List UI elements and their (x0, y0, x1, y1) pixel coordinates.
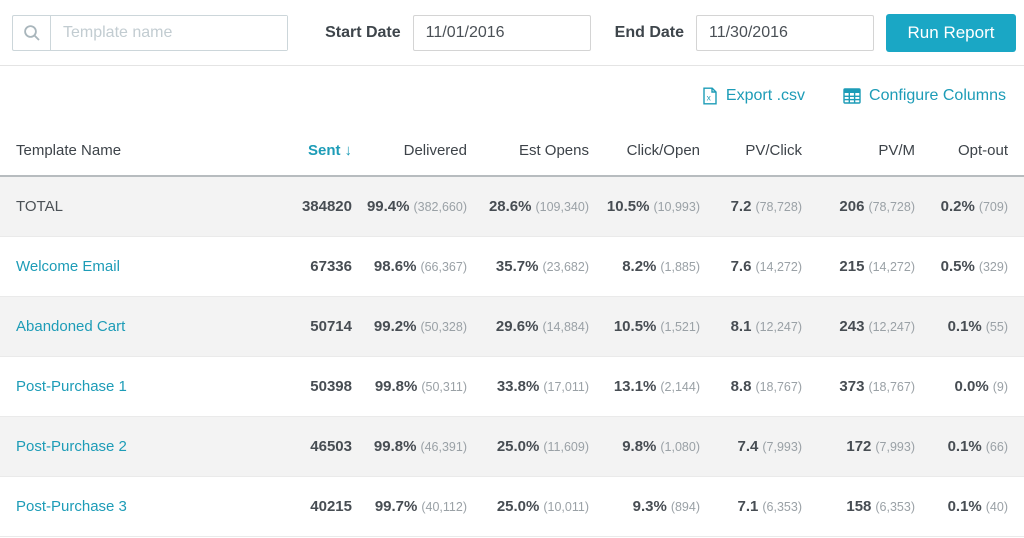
cell-sent: 40215 (216, 476, 352, 537)
cell-sent: 67336 (216, 236, 352, 297)
cell-sent: 384820 (216, 176, 352, 237)
cell-est-opens: 28.6% (109,340) (467, 176, 589, 237)
template-name-link[interactable]: Welcome Email (16, 258, 120, 275)
configure-columns-link[interactable]: Configure Columns (843, 87, 1006, 105)
template-name-link[interactable]: Post-Purchase 2 (16, 438, 127, 455)
cell-opt-out: 0.0% (9) (915, 356, 1024, 417)
cell-pv-click: 7.2 (78,728) (700, 176, 802, 237)
report-table: Template Name Sent ↓ Delivered Est Opens … (0, 122, 1024, 537)
cell-delivered: 98.6% (66,367) (352, 236, 467, 297)
svg-text:x: x (707, 92, 712, 102)
column-header-delivered[interactable]: Delivered (352, 122, 467, 177)
report-toolbar: Start Date End Date Run Report (0, 0, 1024, 66)
column-header-opt-out[interactable]: Opt-out (915, 122, 1024, 177)
table-row: Post-Purchase 2 46503 99.8% (46,391) 25.0… (0, 416, 1024, 477)
table-row: Abandoned Cart 50714 99.2% (50,328) 29.6%… (0, 296, 1024, 357)
cell-pv-m: 215 (14,272) (802, 236, 915, 297)
configure-columns-icon (843, 88, 861, 104)
cell-template-name: TOTAL (0, 176, 216, 237)
cell-template-name: Abandoned Cart (0, 296, 216, 357)
cell-pv-click: 7.4 (7,993) (700, 416, 802, 477)
cell-template-name: Post-Purchase 2 (0, 416, 216, 477)
table-header-row: Template Name Sent ↓ Delivered Est Opens … (0, 122, 1024, 177)
cell-template-name: Welcome Email (0, 236, 216, 297)
cell-est-opens: 25.0% (11,609) (467, 416, 589, 477)
cell-opt-out: 0.2% (709) (915, 176, 1024, 237)
column-header-click-open[interactable]: Click/Open (589, 122, 700, 177)
export-csv-icon: x (702, 87, 718, 105)
table-row: Post-Purchase 3 40215 99.7% (40,112) 25.0… (0, 476, 1024, 537)
cell-pv-m: 243 (12,247) (802, 296, 915, 357)
column-header-template-name[interactable]: Template Name (0, 122, 216, 177)
cell-delivered: 99.8% (46,391) (352, 416, 467, 477)
cell-sent: 50398 (216, 356, 352, 417)
column-header-est-opens[interactable]: Est Opens (467, 122, 589, 177)
cell-est-opens: 29.6% (14,884) (467, 296, 589, 357)
report-table-body: TOTAL 384820 99.4% (382,660) 28.6% (109,34… (0, 176, 1024, 537)
sort-descending-icon: ↓ (344, 142, 353, 159)
export-csv-link[interactable]: x Export .csv (702, 87, 805, 105)
cell-delivered: 99.8% (50,311) (352, 356, 467, 417)
cell-pv-m: 206 (78,728) (802, 176, 915, 237)
cell-click-open: 10.5% (10,993) (589, 176, 700, 237)
template-name-link[interactable]: Post-Purchase 3 (16, 498, 127, 515)
cell-delivered: 99.4% (382,660) (352, 176, 467, 237)
table-row: TOTAL 384820 99.4% (382,660) 28.6% (109,34… (0, 176, 1024, 237)
column-header-pv-click[interactable]: PV/Click (700, 122, 802, 177)
template-name-link[interactable]: Post-Purchase 1 (16, 378, 127, 395)
cell-click-open: 8.2% (1,885) (589, 236, 700, 297)
end-date-label: End Date (614, 23, 684, 41)
cell-template-name: Post-Purchase 1 (0, 356, 216, 417)
search-icon (13, 15, 51, 50)
table-row: Welcome Email 67336 98.6% (66,367) 35.7%(… (0, 236, 1024, 297)
start-date-input[interactable] (412, 14, 591, 51)
cell-pv-click: 8.1 (12,247) (700, 296, 802, 357)
cell-sent: 50714 (216, 296, 352, 357)
cell-est-opens: 33.8% (17,011) (467, 356, 589, 417)
cell-click-open: 13.1% (2,144) (589, 356, 700, 417)
cell-opt-out: 0.1% (66) (915, 416, 1024, 477)
table-actions: x Export .csv Configure Columns (0, 66, 1024, 122)
start-date-label: Start Date (325, 23, 401, 41)
cell-delivered: 99.2% (50,328) (352, 296, 467, 357)
cell-pv-click: 7.6 (14,272) (700, 236, 802, 297)
template-name-link[interactable]: Abandoned Cart (16, 318, 125, 335)
cell-click-open: 9.3% (894) (589, 476, 700, 537)
cell-opt-out: 0.5% (329) (915, 236, 1024, 297)
end-date-input[interactable] (696, 14, 874, 51)
cell-pv-m: 158 (6,353) (802, 476, 915, 537)
export-csv-label: Export .csv (725, 87, 806, 104)
cell-opt-out: 0.1% (55) (915, 296, 1024, 357)
cell-delivered: 99.7% (40,112) (352, 476, 467, 537)
template-name-link: TOTAL (16, 197, 63, 215)
template-search-box[interactable] (12, 14, 288, 51)
template-search-input[interactable] (51, 15, 287, 50)
configure-columns-label: Configure Columns (869, 87, 1006, 104)
column-header-pv-m[interactable]: PV/M (802, 122, 915, 177)
cell-template-name: Post-Purchase 3 (0, 476, 216, 537)
cell-opt-out: 0.1% (40) (915, 476, 1024, 537)
cell-pv-click: 8.8 (18,767) (700, 356, 802, 417)
cell-pv-m: 373 (18,767) (802, 356, 915, 417)
cell-click-open: 9.8% (1,080) (589, 416, 700, 477)
column-header-sent[interactable]: Sent ↓ (216, 122, 353, 177)
cell-est-opens: 25.0% (10,011) (467, 476, 589, 537)
cell-est-opens: 35.7% (23,682) (467, 236, 589, 297)
cell-pv-click: 7.1 (6,353) (700, 476, 802, 537)
date-range-group: Start Date End Date Run Report (301, 13, 1016, 52)
run-report-button[interactable]: Run Report (886, 13, 1016, 52)
table-row: Post-Purchase 1 50398 99.8% (50,311) 33.8… (0, 356, 1024, 417)
cell-click-open: 10.5% (1,521) (589, 296, 700, 357)
cell-sent: 46503 (216, 416, 352, 477)
cell-pv-m: 172 (7,993) (802, 416, 915, 477)
